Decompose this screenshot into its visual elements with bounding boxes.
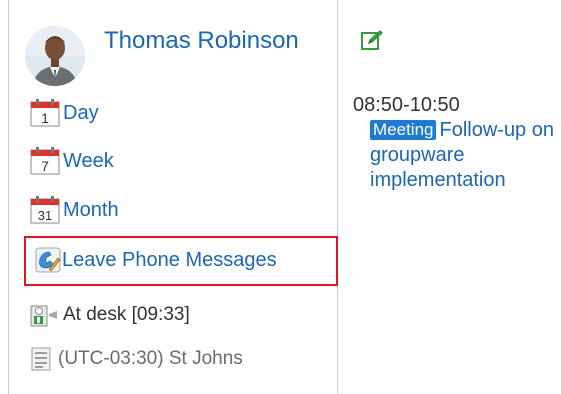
- timezone-icon: [31, 347, 51, 371]
- menu-item-week[interactable]: 7 Week: [30, 147, 114, 175]
- month-link[interactable]: Month: [63, 199, 119, 222]
- user-name-link[interactable]: Thomas Robinson: [104, 27, 299, 55]
- presence-status[interactable]: At desk [09:33]: [30, 301, 190, 329]
- user-info-column: Thomas Robinson 1 Day 7 Week 31 Month Le…: [9, 0, 338, 394]
- menu-item-day[interactable]: 1 Day: [30, 99, 99, 127]
- avatar[interactable]: [25, 26, 85, 86]
- calendar-day-number: 1: [41, 110, 49, 126]
- calendar-week-number: 7: [41, 158, 49, 174]
- day-link[interactable]: Day: [63, 102, 99, 125]
- timezone-info: (UTC-03:30) St Johns: [30, 346, 243, 372]
- menu-item-month[interactable]: 31 Month: [30, 196, 119, 224]
- calendar-month-icon: 31: [30, 196, 60, 224]
- presence-icon: [30, 305, 57, 327]
- calendar-day-icon: 1: [30, 99, 60, 127]
- presence-status-text: At desk [09:33]: [63, 304, 190, 325]
- event-item[interactable]: Meeting Follow-up on groupware implementa…: [370, 118, 560, 193]
- phone-message-icon: [35, 247, 61, 273]
- schedule-column: 08:50-10:50 Meeting Follow-up on groupwar…: [338, 0, 561, 394]
- calendar-month-number: 31: [38, 208, 52, 223]
- event-time: 08:50-10:50: [353, 94, 460, 116]
- timezone-text: (UTC-03:30) St Johns: [58, 348, 243, 369]
- meeting-badge: Meeting: [370, 120, 437, 140]
- week-link[interactable]: Week: [63, 150, 114, 173]
- user-portlet: Thomas Robinson 1 Day 7 Week 31 Month Le…: [0, 0, 561, 394]
- edit-icon[interactable]: [360, 28, 384, 52]
- menu-item-phone-messages[interactable]: Leave Phone Messages: [35, 247, 277, 273]
- leave-phone-messages-link[interactable]: Leave Phone Messages: [62, 249, 277, 272]
- calendar-week-icon: 7: [30, 147, 60, 175]
